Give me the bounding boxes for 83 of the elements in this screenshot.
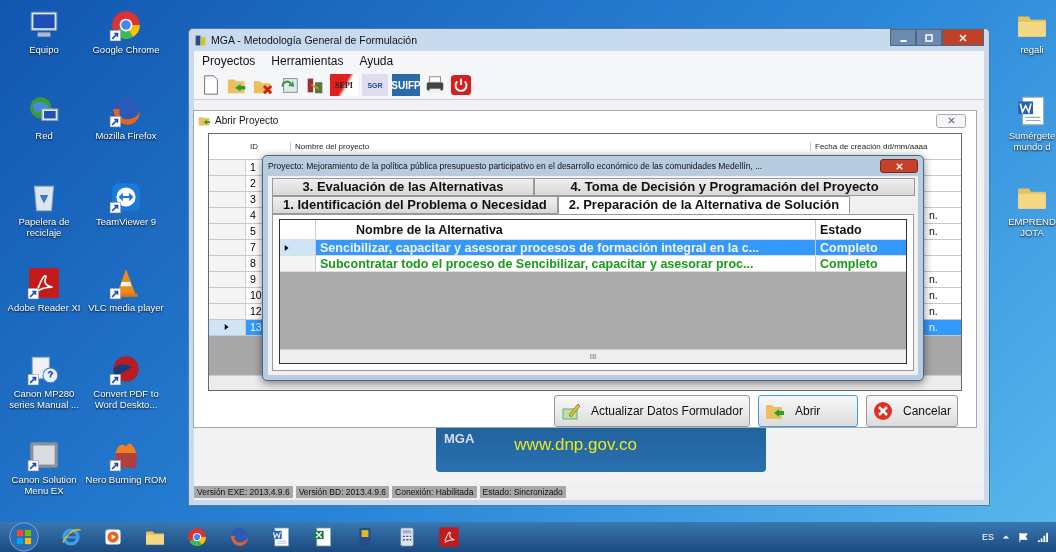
desktop-icon-label: Adobe Reader XI	[7, 303, 81, 314]
row-pointer-icon	[284, 244, 290, 251]
minimize-button[interactable]	[890, 29, 916, 46]
close-icon	[946, 116, 956, 126]
menu-item[interactable]: Herramientas	[271, 54, 344, 68]
desktop-icon-label: Canon MP280 series Manual ...	[8, 389, 80, 411]
update-button[interactable]: Actualizar Datos Formulador	[553, 395, 750, 427]
pdf-icon[interactable]	[27, 266, 61, 300]
tab[interactable]: 3. Evaluación de las Alternativas	[272, 178, 534, 196]
maximize-icon	[924, 32, 934, 43]
app-icon	[194, 33, 207, 47]
tab[interactable]: 1. Identificación del Problema o Necesidad	[272, 196, 558, 214]
row-pointer-icon	[224, 324, 230, 331]
teamviewer-icon[interactable]	[109, 180, 143, 214]
table-cell: n.	[929, 209, 938, 222]
word-document-icon[interactable]	[270, 526, 292, 548]
status-field: Versión EXE: 2013.4.9.6	[194, 486, 293, 498]
open-button[interactable]: Abrir	[757, 395, 858, 427]
firefox-icon[interactable]	[109, 94, 143, 128]
close-button[interactable]	[942, 29, 984, 46]
column-header[interactable]: Fecha de creación dd/mm/aaaa	[811, 141, 961, 151]
status-field: Conexión: Habilitada	[392, 486, 477, 498]
menu-item[interactable]: Ayuda	[359, 54, 394, 68]
status-field: Estado: Sincronizado	[479, 486, 566, 498]
open-folder-icon	[198, 114, 211, 128]
desktop-icon-label: Convert PDF to Word Deskto...	[92, 389, 160, 411]
media-player-icon[interactable]	[102, 526, 124, 548]
desktop-icon-label: EMPREND JOTA	[1008, 217, 1056, 239]
table-cell: Sencibilizar, capacitar y asesorar procesos de formación integral en la c...	[316, 240, 816, 255]
table-cell: n.	[929, 273, 938, 286]
status-field: Versión BD: 2013.4.9.6	[295, 486, 390, 498]
desktop-icon-label: Nero Burning ROM	[85, 475, 167, 486]
desktop-icon-label: TeamViewer 9	[96, 217, 156, 228]
desktop-icon-label: Sumérgete mundo d	[1008, 131, 1056, 153]
banner-url: www.dnp.gov.co	[514, 435, 637, 455]
close-icon	[894, 161, 904, 171]
close-button[interactable]	[880, 159, 918, 173]
desktop-icon-label: regali	[1020, 45, 1044, 56]
table-cell: n.	[929, 305, 938, 318]
column-header[interactable]: ID	[246, 141, 291, 151]
column-header[interactable]: Nombre de la Alternativa	[316, 220, 816, 239]
menu-item[interactable]: Proyectos	[202, 54, 256, 68]
flag-icon[interactable]	[1018, 531, 1029, 543]
signal-icon[interactable]	[1037, 531, 1048, 543]
table-cell-text: Completo	[819, 256, 879, 271]
maximize-button[interactable]	[916, 29, 942, 46]
cancel-button[interactable]: Cancelar	[865, 395, 958, 427]
table-row[interactable]: Subcontratar todo el proceso de Sencibilizar, capacitar y asesorar proc... Completo	[280, 256, 906, 272]
chrome-icon[interactable]	[109, 8, 143, 42]
chrome-icon[interactable]	[186, 526, 208, 548]
tab[interactable]: 2. Preparación de la Alternativa de Solución	[557, 196, 851, 214]
desktop-icon-label: Google Chrome	[92, 45, 160, 56]
horizontal-scrollbar[interactable]: III	[280, 349, 906, 363]
cancel-icon	[872, 401, 893, 421]
printer-icon[interactable]	[424, 74, 446, 96]
pencil-icon	[560, 401, 581, 421]
desktop-icon-label: Papelera de reciclaje	[17, 217, 71, 239]
table-cell: n.	[929, 321, 938, 334]
excel-icon[interactable]	[312, 526, 334, 548]
table-cell-text: Completo	[819, 240, 879, 255]
desktop-icon-label: Mozilla Firefox	[95, 131, 157, 142]
scroll-grip[interactable]: III	[589, 352, 597, 361]
power-icon[interactable]	[450, 74, 472, 96]
pdf-icon[interactable]	[438, 526, 460, 548]
desktop-icon-label: VLC media player	[88, 303, 164, 314]
desktop-icon-label: Canon Solution Menu EX	[10, 475, 78, 497]
minimize-icon	[899, 39, 907, 42]
desktop-icon-label: Red	[35, 131, 53, 142]
panel-title: Abrir Proyecto	[215, 115, 280, 127]
banner-logo-text: MGA	[444, 431, 475, 446]
window-title: MGA - Metodología General de Formulación	[211, 34, 419, 46]
table-cell: Subcontratar todo el proceso de Sencibilizar, capacitar y asesorar proc...	[316, 256, 816, 271]
table-cell: n.	[929, 225, 938, 238]
table-cell: n.	[929, 289, 938, 302]
language-indicator[interactable]: ES	[982, 532, 994, 542]
browser-e-icon[interactable]	[60, 526, 82, 548]
desktop-icon-label: Equipo	[29, 45, 59, 56]
column-header[interactable]: Nombre del proyecto	[291, 141, 811, 151]
start-button[interactable]	[8, 521, 40, 552]
column-header[interactable]: Estado	[816, 220, 906, 239]
up-arrow-icon[interactable]	[1002, 533, 1010, 541]
tab[interactable]: 4. Toma de Decisión y Programación del Proyecto	[534, 178, 915, 196]
close-icon	[958, 32, 968, 43]
